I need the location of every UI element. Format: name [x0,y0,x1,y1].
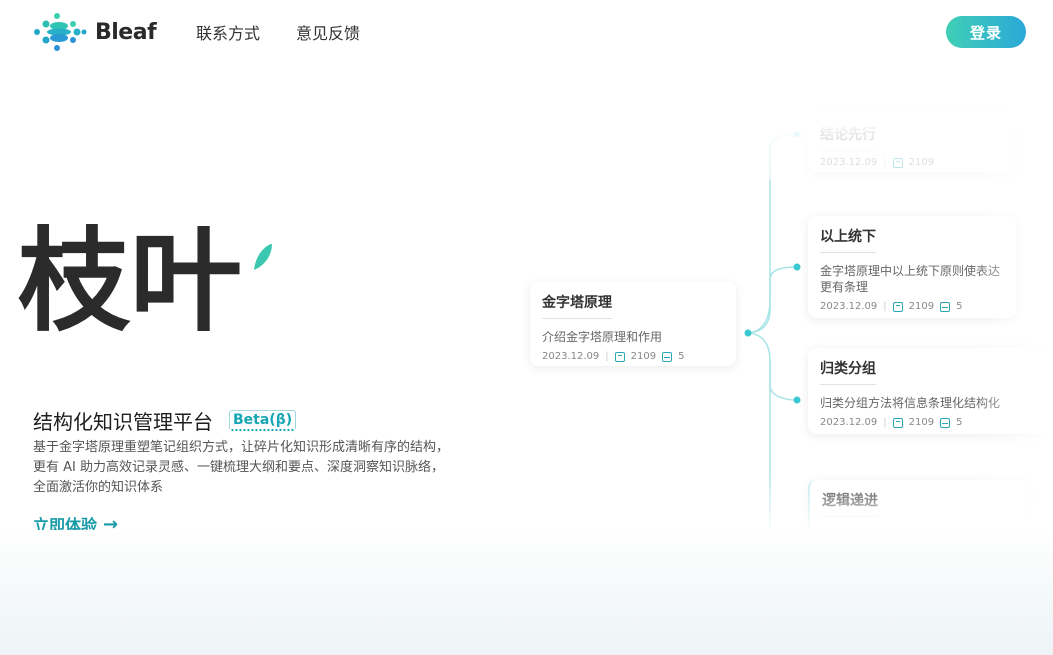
card-date: 2023.12.09 [820,157,878,168]
card-words: 2109 [908,301,935,312]
card-words: 2109 [908,157,935,168]
calligraphy-text: 枝叶 [18,216,242,347]
mindmap-child-card[interactable]: 归类分组 归类分组方法将信息条理化结构化 2023.12.09 | 2109 5 [808,348,1048,434]
card-title: 逻辑递进 [822,490,878,517]
card-meta: 2023.12.09 | 2109 [820,157,935,168]
card-title: 金字塔原理 [542,292,612,319]
card-title: 以上统下 [820,226,876,253]
image-count-icon [940,417,951,428]
bleaf-logo-icon [34,13,87,51]
mindmap-child-card[interactable]: 以上统下 金字塔原理中以上统下原则使表达更有条理 2023.12.09 | 21… [808,216,1016,318]
card-date: 2023.12.09 [542,351,600,362]
login-button[interactable]: 登录 [946,16,1026,48]
main-nav: 联系方式 意见反馈 [196,20,360,44]
hero-title: 结构化知识管理平台 Beta(β) [33,406,297,435]
mindmap-root-card[interactable]: 金字塔原理 介绍金字塔原理和作用 2023.12.09 | 2109 5 [530,282,736,366]
image-count-icon [940,301,951,312]
card-title: 归类分组 [820,358,876,385]
card-date: 2023.12.09 [820,417,878,428]
beta-badge: Beta(β) [229,410,297,431]
mindmap-child-card[interactable]: 结论先行 2023.12.09 | 2109 [808,114,1014,172]
word-count-icon [892,417,903,428]
card-images: 5 [956,417,963,428]
card-images: 5 [678,351,685,362]
card-text: 金字塔原理中以上统下原则使表达更有条理 [820,264,1001,294]
word-count-icon [614,351,625,362]
leaf-icon [254,244,272,270]
card-text: 归类分组方法将信息条理化结构化 [820,396,1001,410]
word-count-icon [892,301,903,312]
brand-logo[interactable]: Bleaf [33,10,157,54]
card-meta: 2023.12.09 | 2109 5 [820,417,963,428]
image-count-icon [662,351,673,362]
card-meta: 2023.12.09 | 2109 5 [820,301,963,312]
card-date: 2023.12.09 [820,301,878,312]
card-meta: 2023.12.09 | 2109 5 [542,351,685,362]
calligraphy-logo: 枝叶 [18,216,272,347]
nav-feedback-link[interactable]: 意见反馈 [296,20,360,44]
decorative-floor [0,530,1053,655]
hero-description: 基于金字塔原理重塑笔记组织方式，让碎片化知识形成清晰有序的结构，更有 AI 助力… [33,440,450,495]
card-title: 结论先行 [820,124,876,151]
nav-contact-link[interactable]: 联系方式 [196,20,260,44]
mindmap-preview: 金字塔原理 介绍金字塔原理和作用 2023.12.09 | 2109 5 结论先… [520,110,1053,540]
card-words: 2109 [630,351,657,362]
word-count-icon [892,157,903,168]
hero-title-text: 结构化知识管理平台 [33,410,213,434]
card-text: 介绍金字塔原理和作用 [542,330,663,344]
card-images: 5 [956,301,963,312]
top-header: Bleaf 联系方式 意见反馈 登录 [0,0,1053,64]
card-words: 2109 [908,417,935,428]
brand-name: Bleaf [95,19,157,45]
